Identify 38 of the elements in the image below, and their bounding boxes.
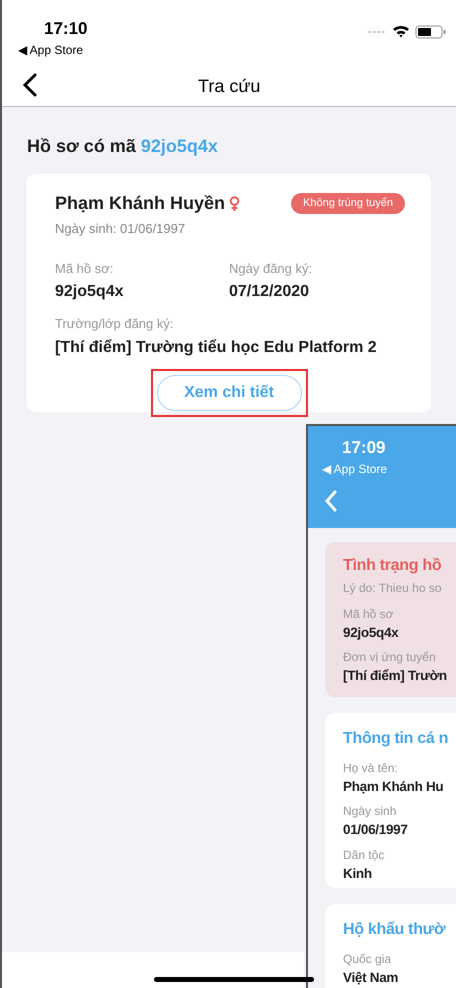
reason-text: Lý do: Thieu ho so (343, 580, 443, 597)
birth-date: Ngày sinh: 01/06/1997 (55, 220, 186, 238)
field-value: [Thí điểm] Trườn (343, 667, 448, 686)
back-icon[interactable] (22, 73, 38, 97)
field-label: Ngày đăng ký: (229, 260, 314, 278)
signal-icon (368, 30, 385, 34)
field-label: Mã hồ sơ (343, 606, 395, 623)
field-label: Đơn vị ứng tuyển (343, 649, 437, 666)
view-details-button[interactable]: Xem chi tiết (156, 374, 302, 410)
section-title: Hộ khẩu thườ (343, 920, 446, 940)
back-to-app-link[interactable]: ◀ App Store (322, 460, 388, 478)
record-heading: Hồ sơ có mã (27, 136, 136, 156)
applicant-name: Phạm Khánh Huyền (55, 192, 226, 215)
back-to-app-link[interactable]: ◀ App Store (18, 41, 84, 59)
record-code-link[interactable]: 92jo5q4x (140, 136, 218, 156)
field-label: Ngày sinh (343, 803, 398, 820)
wifi-icon (392, 24, 410, 38)
status-time: 17:10 (44, 18, 88, 40)
field-label: Mã hồ sơ: (55, 260, 114, 278)
field-value: 01/06/1997 (343, 821, 409, 840)
field-value: 92jo5q4x (343, 624, 400, 642)
field-value: Việt Nam (343, 969, 400, 987)
page-title: Tra cứu (198, 75, 260, 98)
battery-icon (415, 25, 447, 39)
field-value: Phạm Khánh Hu (343, 778, 444, 796)
field-value: 07/12/2020 (229, 282, 310, 302)
field-value: [Thí điểm] Trường tiểu học Edu Platform 2 (55, 338, 378, 358)
field-label: Dân tộc (343, 846, 386, 864)
field-value: 92jo5q4x (55, 282, 124, 302)
status-badge: Không trúng tuyển (291, 193, 405, 214)
female-icon (229, 196, 240, 212)
field-label: Quốc gia (343, 951, 392, 968)
field-label: Trường/lớp đăng ký: (55, 315, 174, 333)
status-title: Tình trạng hồ (343, 556, 442, 576)
status-time: 17:09 (342, 437, 386, 459)
field-label: Họ và tên: (343, 760, 399, 777)
section-title: Thông tin cá n (343, 729, 450, 749)
field-value: Kinh (343, 864, 373, 882)
